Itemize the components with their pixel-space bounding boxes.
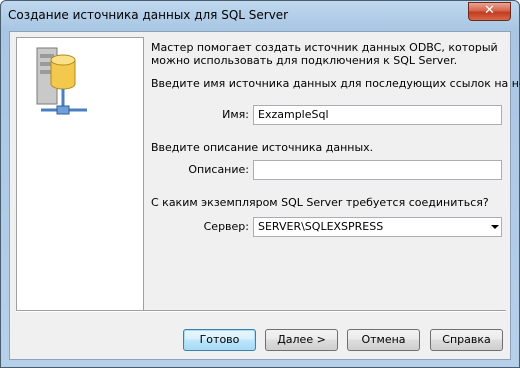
description-field[interactable] <box>253 160 502 180</box>
server-value: SERVER\SQLEXSPRESS <box>258 220 384 233</box>
description-prompt: Введите описание источника данных. <box>151 141 374 154</box>
server-combobox[interactable]: SERVER\SQLEXSPRESS <box>253 217 502 237</box>
dialog-client-area: Мастер помогает создать источник данных … <box>9 31 520 360</box>
close-button[interactable]: ✕ <box>468 2 511 21</box>
wizard-panel: Мастер помогает создать источник данных … <box>10 32 520 312</box>
name-prompt: Введите имя источника данных для последу… <box>151 77 520 90</box>
description-label: Описание: <box>188 163 249 176</box>
button-separator <box>16 310 506 312</box>
wizard-graphic <box>16 37 144 312</box>
next-button[interactable]: Далее > <box>265 329 338 351</box>
finish-button[interactable]: Готово <box>183 329 256 351</box>
title-bar[interactable]: Создание источника данных для SQL Server… <box>1 1 519 31</box>
dialog-window: Создание источника данных для SQL Server… <box>0 0 520 368</box>
intro-text: Мастер помогает создать источник данных … <box>151 41 498 67</box>
database-server-icon <box>36 47 87 115</box>
server-prompt: С каким экземпляром SQL Server требуется… <box>151 196 489 209</box>
cancel-button[interactable]: Отмена <box>347 329 420 351</box>
name-label: Имя: <box>222 108 249 121</box>
window-title: Создание источника данных для SQL Server <box>8 8 289 22</box>
close-icon: ✕ <box>484 3 495 18</box>
help-button[interactable]: Справка <box>430 329 503 351</box>
name-field[interactable]: ExzampleSql <box>253 105 502 125</box>
server-label: Сервер: <box>203 220 249 233</box>
chevron-down-icon[interactable] <box>491 225 499 229</box>
